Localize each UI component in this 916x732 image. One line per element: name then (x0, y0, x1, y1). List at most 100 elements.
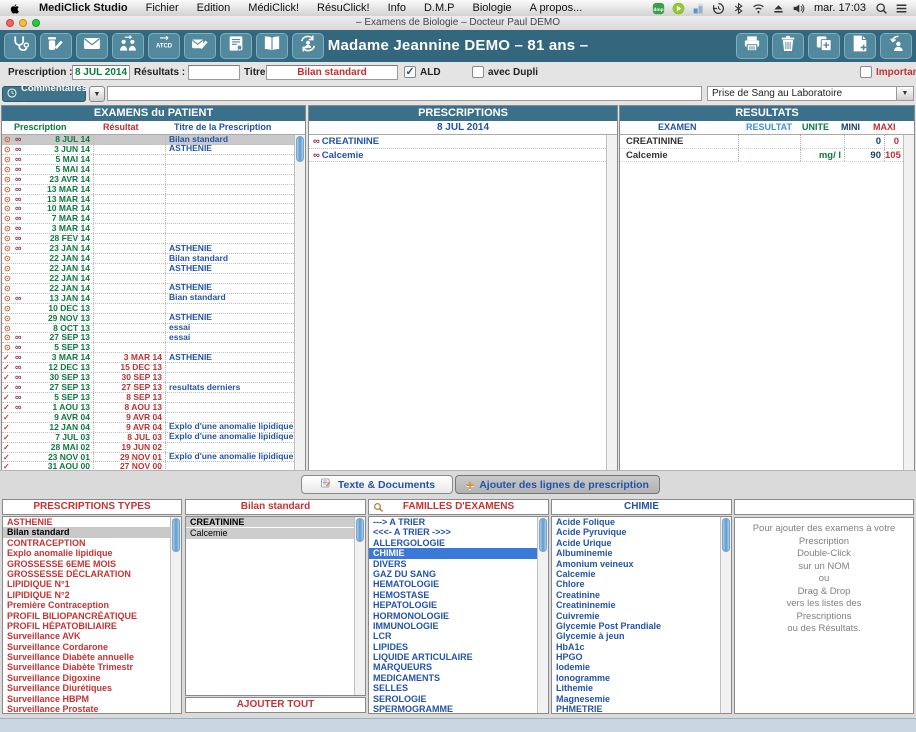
scrollbar-thumb[interactable] (296, 136, 304, 162)
list-item[interactable]: PROFIL BILIOPANCRÉATIQUE (3, 611, 170, 621)
table-row[interactable]: ⊙∞27 SEP 13essai (2, 333, 294, 343)
table-row[interactable]: ⊙10 DEC 13 (2, 304, 294, 314)
list-item[interactable]: LIPIDIQUE N°1 (3, 579, 170, 589)
commentaires-dropdown-button[interactable]: ▼ (89, 86, 105, 102)
table-row[interactable]: ✓31 AOU 0027 NOV 00 (2, 462, 294, 470)
list-item[interactable]: Creatininemie (552, 600, 720, 610)
list-item[interactable]: Acide Urique (552, 538, 720, 548)
table-row[interactable]: ✓28 MAI 0219 JUN 02 (2, 443, 294, 453)
list-item[interactable]: Creatinine (552, 590, 720, 600)
list-item[interactable]: LIPIDIQUE N°2 (3, 590, 170, 600)
list-item[interactable]: Amonium veineux (552, 559, 720, 569)
bilan-scrollbar[interactable] (354, 517, 365, 695)
list-item[interactable]: Première Contraception (3, 600, 170, 610)
print-button[interactable] (736, 33, 768, 59)
scrollbar-thumb[interactable] (172, 518, 180, 552)
table-row[interactable]: ⊙∞5 MAI 14 (2, 165, 294, 175)
table-row[interactable]: Calcemiemg/ l90105 (620, 149, 903, 163)
list-item[interactable]: ALLERGOLOGIE (369, 538, 537, 548)
table-row[interactable]: ⊙22 JAN 14ASTHENIE (2, 284, 294, 294)
list-item[interactable]: HORMONOLOGIE (369, 611, 537, 621)
menu-item-biologie[interactable]: Biologie (464, 2, 521, 14)
apple-menu-icon[interactable] (9, 2, 20, 15)
menu-item-m-diclick[interactable]: MédiClick! (239, 2, 308, 14)
list-item[interactable]: MARQUEURS (369, 662, 537, 672)
menu-item-d-m-p[interactable]: D.M.P (415, 2, 464, 14)
menu-item-info[interactable]: Info (379, 2, 415, 14)
col-titre[interactable]: Titre de la Prescription (174, 121, 271, 134)
table-row[interactable]: ⊙∞7 MAR 14 (2, 214, 294, 224)
list-item[interactable]: Chlore (552, 579, 720, 589)
list-item[interactable]: Glycemie Post Prandiale (552, 621, 720, 631)
list-item[interactable]: <<<- A TRIER ->>> (369, 527, 537, 537)
table-row[interactable]: ⊙∞5 MAI 14 (2, 155, 294, 165)
list-item[interactable]: Calcemie (186, 528, 354, 538)
avec-dupli-checkbox[interactable] (472, 66, 484, 78)
list-item[interactable]: Surveillance Diabète Trimestr (3, 662, 170, 672)
list-item[interactable]: SPERMOGRAMME (369, 704, 537, 714)
prescriptions-date-header[interactable]: 8 JUL 2014 (309, 121, 617, 135)
titre-field[interactable]: Bilan standard (266, 65, 398, 80)
list-item[interactable]: ∞Calcemie (309, 149, 606, 163)
scrollbar-thumb[interactable] (722, 518, 730, 552)
important-checkbox[interactable] (860, 66, 872, 78)
list-item[interactable]: DIVERS (369, 559, 537, 569)
scrollbar-thumb[interactable] (356, 518, 364, 542)
list-item[interactable]: HEMATOLOGIE (369, 579, 537, 589)
list-item[interactable]: HPGO (552, 652, 720, 662)
new-prescription-button[interactable] (844, 33, 876, 59)
list-item[interactable]: HEMOSTASE (369, 590, 537, 600)
table-row[interactable]: ⊙∞28 FEV 14 (2, 234, 294, 244)
list-item[interactable]: GROSSESSE DÉCLARATION (3, 569, 170, 579)
resultats-scrollbar[interactable] (903, 135, 914, 470)
list-item[interactable]: CHIMIE (369, 548, 537, 558)
list-item[interactable]: Glycemie à jeun (552, 631, 720, 641)
table-row[interactable]: ⊙8 OCT 13essai (2, 324, 294, 334)
familles-scrollbar[interactable] (537, 517, 548, 713)
table-row[interactable]: CREATININE00 (620, 135, 903, 149)
prise-de-sang-dropdown[interactable]: Prise de Sang au Laboratoire ▼ (707, 86, 914, 101)
list-item[interactable]: Surveillance Digoxine (3, 673, 170, 683)
list-item[interactable]: Lithemie (552, 683, 720, 693)
list-item[interactable]: Surveillance Prostate (3, 704, 170, 714)
list-item[interactable]: Bilan standard (3, 527, 170, 537)
duplicate-prescription-button[interactable] (808, 33, 840, 59)
list-item[interactable]: Surveillance Cordarone (3, 642, 170, 652)
list-item[interactable]: Calcemie (552, 569, 720, 579)
menubar-clock[interactable]: mar. 17:03 (812, 2, 868, 14)
list-item[interactable]: ASTHENIE (3, 517, 170, 527)
table-row[interactable]: ⊙∞13 JAN 14Bian standard (2, 294, 294, 304)
table-row[interactable]: ⊙∞3 MAR 14 (2, 224, 294, 234)
comment-input[interactable] (107, 86, 702, 101)
table-row[interactable]: ⊙22 JAN 14Bilan standard (2, 254, 294, 264)
table-row[interactable]: ⊙∞23 AVR 14 (2, 175, 294, 185)
ald-checkbox[interactable]: ✓ (404, 66, 416, 78)
list-item[interactable]: MEDICAMENTS (369, 673, 537, 683)
pt-scrollbar[interactable] (170, 517, 181, 713)
list-item[interactable]: ∞CREATININE (309, 135, 606, 149)
col-maxi[interactable]: MAXI (873, 121, 896, 134)
chevron-down-icon[interactable]: ▼ (896, 87, 913, 100)
list-item[interactable]: Iodemie (552, 662, 720, 672)
table-row[interactable]: ⊙∞8 JUL 14Bilan standard (2, 135, 294, 145)
menu-item-fichier[interactable]: Fichier (137, 2, 188, 14)
table-row[interactable]: ⊙29 NOV 13ASTHENIE (2, 314, 294, 324)
list-item[interactable]: PROFIL HÉPATOBILIAIRE (3, 621, 170, 631)
table-row[interactable]: ⊙22 JAN 14ASTHENIE (2, 264, 294, 274)
list-item[interactable]: HEPATOLOGIE (369, 600, 537, 610)
table-row[interactable]: ⊙∞3 JUN 14ASTHENIE (2, 145, 294, 155)
table-row[interactable]: ⊙22 JAN 14 (2, 274, 294, 284)
import-results-button[interactable] (880, 33, 912, 59)
prescription-date-field[interactable]: 8 JUL 2014 (72, 65, 130, 80)
list-item[interactable]: LIQUIDE ARTICULAIRE (369, 652, 537, 662)
menu-item-r-suclick[interactable]: RésuClick! (308, 2, 379, 14)
menu-item-edition[interactable]: Edition (188, 2, 240, 14)
list-item[interactable]: CREATININE (186, 517, 354, 527)
list-item[interactable]: Surveillance Diurétiques (3, 683, 170, 693)
prescriptions-scrollbar[interactable] (606, 135, 617, 470)
table-row[interactable]: ⊙∞13 MAR 14 (2, 185, 294, 195)
list-item[interactable]: Albuminemie (552, 548, 720, 558)
list-item[interactable]: Explo anomalie lipidique (3, 548, 170, 558)
col-examen[interactable]: EXAMEN (658, 121, 697, 134)
scrollbar-thumb[interactable] (539, 518, 547, 552)
